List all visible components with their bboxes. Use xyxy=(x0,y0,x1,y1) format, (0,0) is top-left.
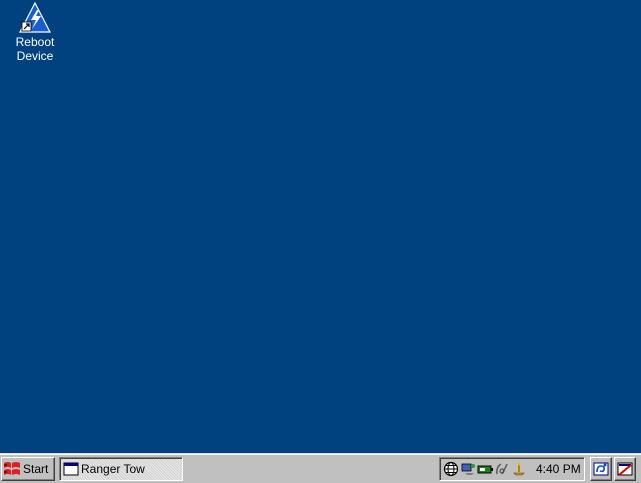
start-label: Start xyxy=(23,462,49,476)
desktop-icon-label-line1: Reboot xyxy=(15,35,55,49)
windows-ce-flag-icon xyxy=(3,460,21,478)
desktop-toggle-button[interactable] xyxy=(614,457,636,481)
desktop-icon-label-line2: Device xyxy=(16,49,54,63)
task-button-label: Ranger Tow xyxy=(81,462,145,476)
desktop: Reboot Device xyxy=(0,0,641,453)
reboot-device-icon xyxy=(18,1,52,34)
network-globe-icon[interactable] xyxy=(443,461,459,477)
reboot-device-shortcut[interactable]: Reboot Device xyxy=(8,1,62,63)
pen-input-icon[interactable] xyxy=(494,461,510,477)
input-panel-button[interactable] xyxy=(590,457,612,481)
connection-icon[interactable] xyxy=(460,461,476,477)
taskbar: Start Ranger Tow 4:40 PM xyxy=(0,453,641,483)
sync-icon[interactable] xyxy=(511,461,527,477)
system-tray: 4:40 PM xyxy=(439,457,585,481)
window-icon xyxy=(63,462,79,476)
task-button-ranger-tow[interactable]: Ranger Tow xyxy=(59,457,183,481)
start-button[interactable]: Start xyxy=(1,457,55,481)
desktop-toggle-icon xyxy=(617,461,633,477)
clock[interactable]: 4:40 PM xyxy=(536,462,581,476)
input-panel-icon xyxy=(593,461,609,477)
battery-icon[interactable] xyxy=(477,461,493,477)
